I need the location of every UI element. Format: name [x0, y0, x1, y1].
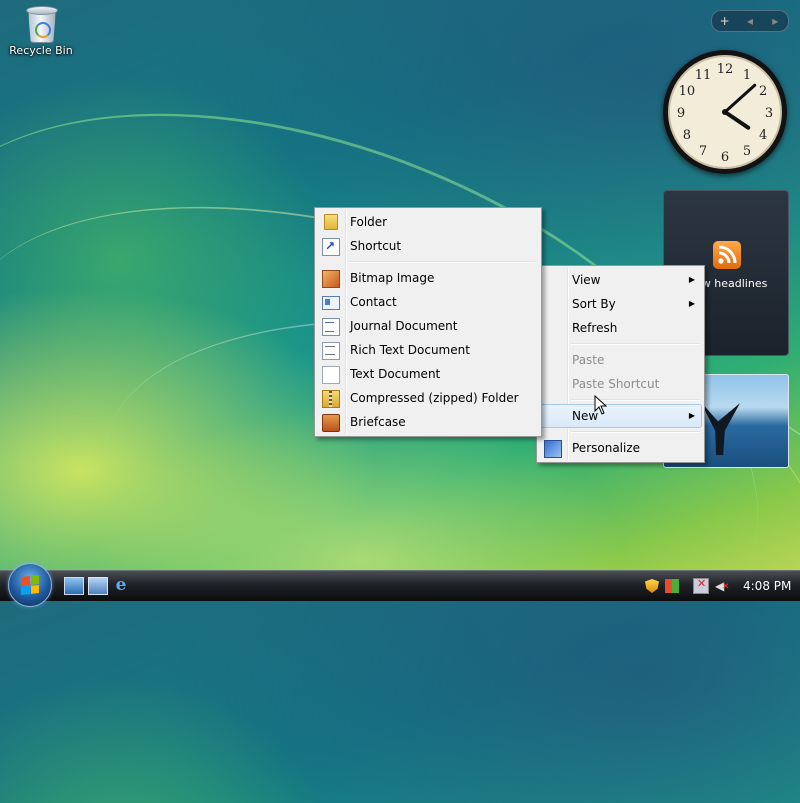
briefcase-icon — [322, 414, 340, 432]
menu-item-label: Compressed (zipped) Folder — [350, 391, 519, 405]
menu-item-label: Contact — [350, 295, 397, 309]
new-menu-item-compressed-folder[interactable]: Compressed (zipped) Folder — [317, 386, 539, 410]
contact-icon — [322, 296, 340, 310]
clock-number: 2 — [759, 84, 767, 99]
text-document-icon — [322, 366, 340, 384]
start-button[interactable] — [8, 563, 52, 607]
submenu-arrow-icon: ▶ — [688, 275, 695, 284]
menu-item-label: Journal Document — [350, 319, 458, 333]
personalize-icon — [544, 440, 562, 458]
switch-windows-icon[interactable] — [88, 577, 108, 595]
clock-number: 1 — [743, 68, 751, 83]
menu-separator — [571, 431, 700, 433]
clock-number: 9 — [677, 106, 685, 121]
menu-item-label: Paste — [572, 353, 605, 367]
menu-item-label: Bitmap Image — [350, 271, 435, 285]
journal-document-icon — [322, 318, 340, 336]
menu-item-label: Shortcut — [350, 239, 402, 253]
menu-item-label: Briefcase — [350, 415, 406, 429]
zip-folder-icon — [322, 390, 340, 408]
new-menu-item-contact[interactable]: Contact — [317, 290, 539, 314]
recycle-bin-icon — [25, 4, 58, 43]
new-menu-item-journal-document[interactable]: Journal Document — [317, 314, 539, 338]
menu-item-paste-shortcut[interactable]: Paste Shortcut — [539, 372, 702, 396]
menu-item-sort-by[interactable]: Sort By ▶ — [539, 292, 702, 316]
menu-item-paste[interactable]: Paste — [539, 348, 702, 372]
clock-gadget[interactable]: 12 1 2 3 4 5 6 7 8 9 10 11 — [663, 50, 787, 174]
menu-item-label: Folder — [350, 215, 388, 229]
menu-item-view[interactable]: View ▶ — [539, 268, 702, 292]
gadget-controls: + ◂ ▸ — [711, 10, 789, 32]
menu-item-personalize[interactable]: Personalize — [539, 436, 702, 460]
menu-item-new[interactable]: New ▶ — [539, 404, 702, 428]
new-menu-item-briefcase[interactable]: Briefcase — [317, 410, 539, 434]
menu-item-label: Rich Text Document — [350, 343, 470, 357]
clock-number: 8 — [683, 128, 691, 143]
windows-update-icon[interactable] — [665, 579, 679, 593]
menu-item-label: Text Document — [350, 367, 441, 381]
security-shield-icon[interactable] — [645, 579, 659, 593]
menu-separator — [349, 261, 537, 263]
rss-feed-icon — [713, 241, 741, 269]
next-gadget-page-button[interactable]: ▸ — [764, 14, 786, 28]
clock-number: 10 — [679, 84, 696, 99]
menu-item-label: Refresh — [572, 321, 618, 335]
new-menu-item-text-document[interactable]: Text Document — [317, 362, 539, 386]
mouse-cursor-icon — [594, 395, 608, 415]
clock-number: 3 — [765, 106, 773, 121]
desktop-context-menu: View ▶ Sort By ▶ Refresh Paste Paste Sho… — [536, 265, 705, 463]
clock-number: 6 — [721, 150, 729, 165]
clock-number: 4 — [759, 128, 767, 143]
new-menu-item-shortcut[interactable]: Shortcut — [317, 234, 539, 258]
menu-item-refresh[interactable]: Refresh — [539, 316, 702, 340]
taskbar-clock[interactable]: 4:08 PM — [743, 579, 791, 593]
submenu-arrow-icon: ▶ — [688, 411, 695, 420]
add-gadget-button[interactable]: + — [714, 14, 736, 28]
desktop-icon-label: Recycle Bin — [9, 44, 73, 57]
new-menu-item-rich-text-document[interactable]: Rich Text Document — [317, 338, 539, 362]
previous-gadget-page-button[interactable]: ◂ — [739, 14, 761, 28]
internet-explorer-icon[interactable]: e — [112, 577, 130, 594]
submenu-arrow-icon: ▶ — [688, 299, 695, 308]
new-menu-item-folder[interactable]: Folder — [317, 210, 539, 234]
show-desktop-icon[interactable] — [64, 577, 84, 595]
rich-text-document-icon — [322, 342, 340, 360]
menu-item-label: Paste Shortcut — [572, 377, 660, 391]
clock-number: 12 — [717, 62, 734, 77]
volume-muted-icon[interactable]: ◀ — [715, 579, 730, 594]
whale-tail-photo — [700, 401, 740, 455]
clock-number: 11 — [695, 68, 712, 83]
shortcut-icon — [322, 235, 340, 257]
windows-logo-icon — [21, 575, 39, 595]
desktop-icon-recycle-bin[interactable]: Recycle Bin — [6, 4, 76, 57]
menu-item-label: Personalize — [572, 441, 641, 455]
network-disconnected-icon[interactable] — [693, 577, 709, 594]
menu-separator — [571, 343, 700, 345]
clock-number: 5 — [743, 144, 751, 159]
system-tray: ◀ 4:08 PM — [645, 574, 800, 598]
new-submenu: Folder Shortcut Bitmap Image Contact Jou… — [314, 207, 542, 437]
taskbar: e ◀ 4:08 PM — [0, 563, 800, 607]
folder-icon — [324, 214, 338, 230]
new-menu-item-bitmap-image[interactable]: Bitmap Image — [317, 266, 539, 290]
menu-item-label: View — [572, 273, 601, 287]
menu-item-label: Sort By — [572, 297, 616, 311]
clock-number: 7 — [699, 144, 707, 159]
bitmap-image-icon — [322, 270, 340, 288]
menu-separator — [571, 399, 700, 401]
clock-face: 12 12 3 45678 9 1011 — [668, 55, 782, 169]
